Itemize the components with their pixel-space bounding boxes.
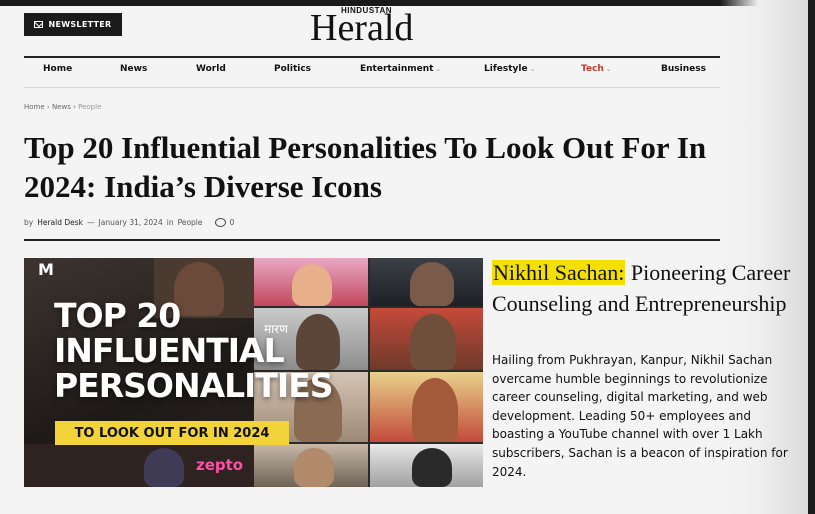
comment-icon[interactable]: [214, 218, 226, 227]
newsletter-label: NEWSLETTER: [48, 20, 112, 29]
meta-in: in: [166, 218, 174, 227]
nav-label: Tech: [581, 64, 604, 74]
chevron-down-icon: ⌄: [605, 65, 612, 73]
collage-banner: TO LOOK OUT FOR IN 2024: [55, 421, 289, 445]
person-photo: [412, 448, 452, 487]
side-article-body: Hailing from Pukhrayan, Kanpur, Nikhil S…: [492, 353, 788, 479]
nav-item-news[interactable]: News: [120, 64, 147, 74]
person-photo: [410, 314, 456, 370]
meta-comment-count[interactable]: 0: [230, 218, 235, 227]
person-photo: [144, 448, 184, 487]
nav-bottom-rule: [24, 87, 720, 88]
nav-top-rule: [24, 56, 720, 58]
meta-author[interactable]: Herald Desk: [37, 218, 83, 227]
main-nav: Home News World Politics Entertainment ⌄ …: [24, 64, 720, 82]
breadcrumb-people: People: [78, 103, 102, 111]
collage-headline: TOP 20 INFLUENTIAL PERSONALITIES: [54, 296, 334, 405]
nav-item-entertainment[interactable]: Entertainment ⌄: [360, 64, 441, 74]
collage-headline-line1: TOP 20: [54, 296, 181, 335]
chevron-down-icon: ⌄: [435, 65, 442, 73]
highlighted-name: Nikhil Sachan:: [492, 260, 626, 285]
meta-dash: —: [87, 218, 95, 227]
person-photo: [412, 378, 458, 442]
collage-brand-text: zepto: [196, 456, 244, 474]
breadcrumb-home[interactable]: Home: [24, 103, 45, 111]
side-article-heading: Nikhil Sachan: Pioneering Career Counsel…: [492, 257, 802, 319]
chevron-down-icon: ⌄: [529, 65, 536, 73]
breadcrumb: Home › News › People: [24, 103, 101, 111]
article-title: Top 20 Influential Personalities To Look…: [24, 130, 707, 204]
nav-item-world[interactable]: World: [196, 64, 226, 74]
meta-by: by: [24, 218, 34, 227]
newsletter-button[interactable]: NEWSLETTER: [24, 13, 122, 36]
nav-item-home[interactable]: Home: [43, 64, 72, 74]
nav-item-lifestyle[interactable]: Lifestyle ⌄: [484, 64, 535, 74]
nav-item-tech[interactable]: Tech ⌄: [581, 64, 612, 74]
nav-item-business[interactable]: Business: [661, 64, 706, 74]
nav-label: Entertainment: [360, 64, 434, 74]
top-edge: [0, 0, 815, 6]
right-dark-edge: [808, 0, 815, 514]
article-meta: by Herald Desk — January 31, 2024 in Peo…: [24, 218, 234, 227]
mail-icon: [34, 21, 44, 28]
meta-date: January 31, 2024: [98, 218, 163, 227]
person-photo: [410, 262, 454, 306]
meta-category[interactable]: People: [178, 218, 203, 227]
nav-item-politics[interactable]: Politics: [274, 64, 311, 74]
person-photo: [294, 448, 334, 487]
collage-logo-mark: M: [38, 260, 54, 279]
collage-headline-line2: INFLUENTIAL: [54, 331, 285, 370]
featured-image[interactable]: M मारण TOP 20 INFLUENTIAL PERSONALITIES …: [24, 258, 483, 487]
meta-rule: [24, 239, 720, 241]
breadcrumb-news[interactable]: News: [52, 103, 71, 111]
nav-label: Lifestyle: [484, 64, 528, 74]
collage-headline-line3: PERSONALITIES: [54, 366, 334, 405]
logo-main-text: Herald: [310, 7, 414, 49]
